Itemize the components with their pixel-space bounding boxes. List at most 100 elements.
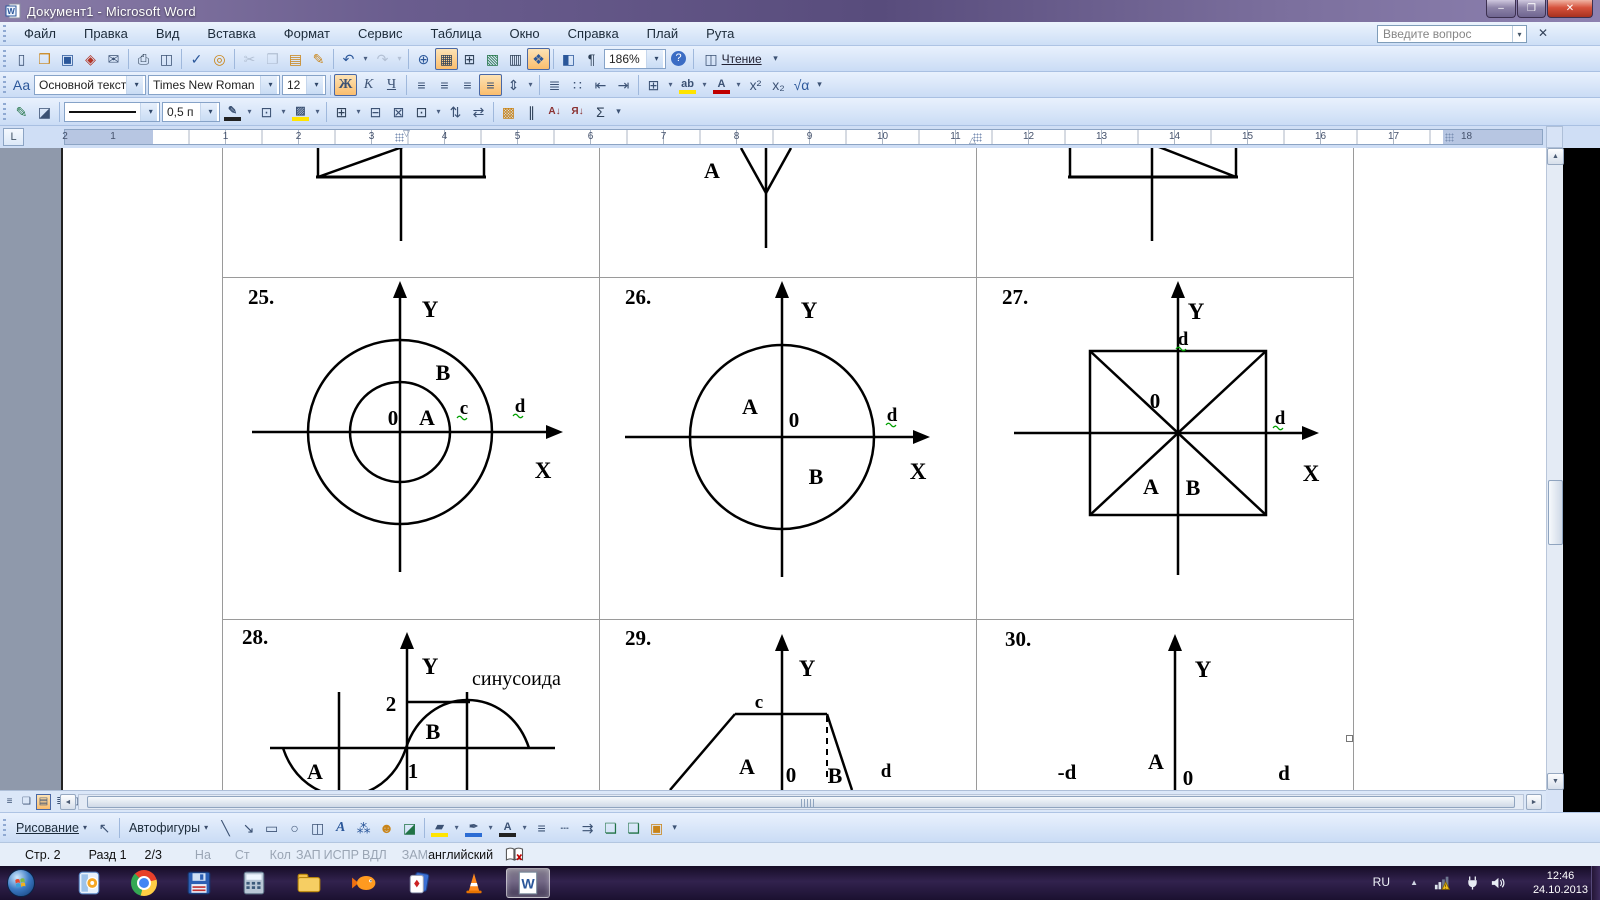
split-cells-button[interactable]: ⊠ xyxy=(387,101,410,123)
toolbar-grip[interactable] xyxy=(3,76,6,94)
font-color-button[interactable]: А xyxy=(710,74,733,96)
figure-26[interactable]: 26. Y A 0 B d X xyxy=(599,277,976,619)
align-right-button[interactable]: ≡ xyxy=(456,74,479,96)
shadow-button[interactable]: ❏ xyxy=(599,817,622,839)
left-indent-marker[interactable]: △ xyxy=(969,135,976,146)
shading-dropdown[interactable]: ▾ xyxy=(312,101,323,123)
tables-and-borders-button[interactable]: ▦ xyxy=(435,48,458,70)
menu-item[interactable]: Правка xyxy=(70,23,142,44)
taskbar-app-fish[interactable] xyxy=(343,868,385,898)
taskbar-app-media-player[interactable] xyxy=(68,868,110,898)
bold-button[interactable]: Ж xyxy=(334,74,357,96)
select-objects-button[interactable]: ↖ xyxy=(93,817,116,839)
line-spacing-dropdown[interactable]: ▾ xyxy=(525,74,536,96)
web-layout-button[interactable]: ❏ xyxy=(19,794,34,810)
taskbar-app-chrome[interactable] xyxy=(123,868,165,898)
hidden-icons-button[interactable]: ▲ xyxy=(1410,878,1418,887)
save-button[interactable]: ▣ xyxy=(56,48,79,70)
print-preview-button[interactable]: ◫ xyxy=(155,48,178,70)
menu-item[interactable]: Таблица xyxy=(416,23,495,44)
text-box-button[interactable]: ◫ xyxy=(306,817,329,839)
font-size-combo[interactable]: 12 xyxy=(282,75,326,95)
scrollbar-split-box[interactable] xyxy=(1546,126,1563,148)
decrease-indent-button[interactable]: ⇤ xyxy=(589,74,612,96)
cell-align-button[interactable]: ⊡ xyxy=(410,101,433,123)
menu-item[interactable]: Вставка xyxy=(193,23,269,44)
columns-button[interactable]: ▥ xyxy=(504,48,527,70)
scroll-right-button[interactable]: ► xyxy=(1526,794,1542,810)
line-color-button[interactable]: ✒ xyxy=(462,817,485,839)
toolbar-grip[interactable] xyxy=(3,50,6,68)
taskbar-app-floppy[interactable] xyxy=(178,868,220,898)
zoom-combo[interactable]: 186% xyxy=(604,49,666,69)
table-autoformat-button[interactable]: ▩ xyxy=(497,101,520,123)
draw-font-color-dropdown[interactable]: ▾ xyxy=(519,817,530,839)
figure-27[interactable]: 27. Y d 0 d X A B xyxy=(976,277,1354,619)
menu-item[interactable]: Формат xyxy=(270,23,344,44)
styles-button[interactable]: Аа xyxy=(10,74,33,96)
figure-30[interactable]: 30. Y -d A 0 d xyxy=(976,619,1354,790)
cell-align-dropdown[interactable]: ▾ xyxy=(433,101,444,123)
line-style-button[interactable]: ≡ xyxy=(530,817,553,839)
volume-icon[interactable] xyxy=(1490,875,1505,891)
show-desktop-button[interactable] xyxy=(1591,866,1600,900)
email-button[interactable]: ✉ xyxy=(102,48,125,70)
border-color-button[interactable]: ✎ xyxy=(221,101,244,123)
paste-button[interactable]: ▤ xyxy=(284,48,307,70)
line-style-combo[interactable] xyxy=(64,102,160,122)
justify-button[interactable]: ≡ xyxy=(479,74,502,96)
border-color-dropdown[interactable]: ▾ xyxy=(244,101,255,123)
print-button[interactable]: ⎙ xyxy=(132,48,155,70)
print-layout-button[interactable]: ▤ xyxy=(36,794,51,810)
redo-dropdown[interactable]: ▾ xyxy=(394,48,405,70)
toolbar-options[interactable]: ▾ xyxy=(769,48,782,70)
show-paragraph-button[interactable]: ¶ xyxy=(580,48,603,70)
merge-cells-button[interactable]: ⊟ xyxy=(364,101,387,123)
style-combo[interactable]: Основной текст xyxy=(34,75,146,95)
network-warning-icon[interactable]: ! xyxy=(1434,875,1452,891)
spelling-status-icon[interactable] xyxy=(505,847,525,862)
oval-button[interactable]: ○ xyxy=(283,817,306,839)
menu-item[interactable]: Вид xyxy=(142,23,194,44)
menu-item[interactable]: Файл xyxy=(10,23,70,44)
menu-item[interactable]: Сервис xyxy=(344,23,417,44)
equation-button[interactable]: √α xyxy=(790,74,813,96)
autoshapes-menu-button[interactable]: Автофигуры xyxy=(123,819,214,837)
taskbar-app-vlc[interactable] xyxy=(453,868,495,898)
redo-button[interactable]: ↷ xyxy=(371,48,394,70)
underline-button[interactable]: Ч xyxy=(380,74,403,96)
arrow-button[interactable]: ↘ xyxy=(237,817,260,839)
menu-item[interactable]: Плай xyxy=(633,23,692,44)
sort-ascending-button[interactable]: А↓ xyxy=(543,101,566,123)
dash-style-button[interactable]: ┄ xyxy=(553,817,576,839)
figure-top-right[interactable] xyxy=(976,148,1354,277)
wordart-button[interactable]: A xyxy=(329,817,352,839)
diagram-button[interactable]: ⁂ xyxy=(352,817,375,839)
start-button[interactable] xyxy=(7,869,35,897)
scroll-down-button[interactable]: ▼ xyxy=(1547,773,1564,790)
border-button[interactable]: ⊞ xyxy=(642,74,665,96)
horizontal-ruler[interactable]: 21 123456789101112131415161718 ▽ △ xyxy=(64,129,1543,145)
distribute-rows-button[interactable]: ⇅ xyxy=(444,101,467,123)
arrow-style-button[interactable]: ⇉ xyxy=(576,817,599,839)
toolbar-grip[interactable] xyxy=(3,25,6,43)
first-line-indent-marker[interactable]: ▽ xyxy=(403,128,410,139)
normal-view-button[interactable]: ≡ xyxy=(2,794,17,810)
format-painter-button[interactable]: ✎ xyxy=(307,48,330,70)
rectangle-button[interactable]: ▭ xyxy=(260,817,283,839)
taskbar-app-solitaire[interactable] xyxy=(398,868,440,898)
cut-button[interactable]: ✂ xyxy=(238,48,261,70)
scroll-up-button[interactable]: ▲ xyxy=(1547,148,1564,165)
clipart-button[interactable]: ☻ xyxy=(375,817,398,839)
copy-button[interactable]: ❐ xyxy=(261,48,284,70)
fill-color-button[interactable]: ▰ xyxy=(428,817,451,839)
insert-table-button[interactable]: ⊞ xyxy=(330,101,353,123)
highlight-dropdown[interactable]: ▾ xyxy=(699,74,710,96)
superscript-button[interactable]: x² xyxy=(744,74,767,96)
menu-item[interactable]: Справка xyxy=(554,23,633,44)
autosum-button[interactable]: Σ xyxy=(589,101,612,123)
taskbar-app-calculator[interactable] xyxy=(233,868,275,898)
draw-font-color-button[interactable]: А xyxy=(496,817,519,839)
threed-button[interactable]: ❑ xyxy=(622,817,645,839)
figure-29[interactable]: 29. Y c A 0 B d xyxy=(599,619,976,790)
